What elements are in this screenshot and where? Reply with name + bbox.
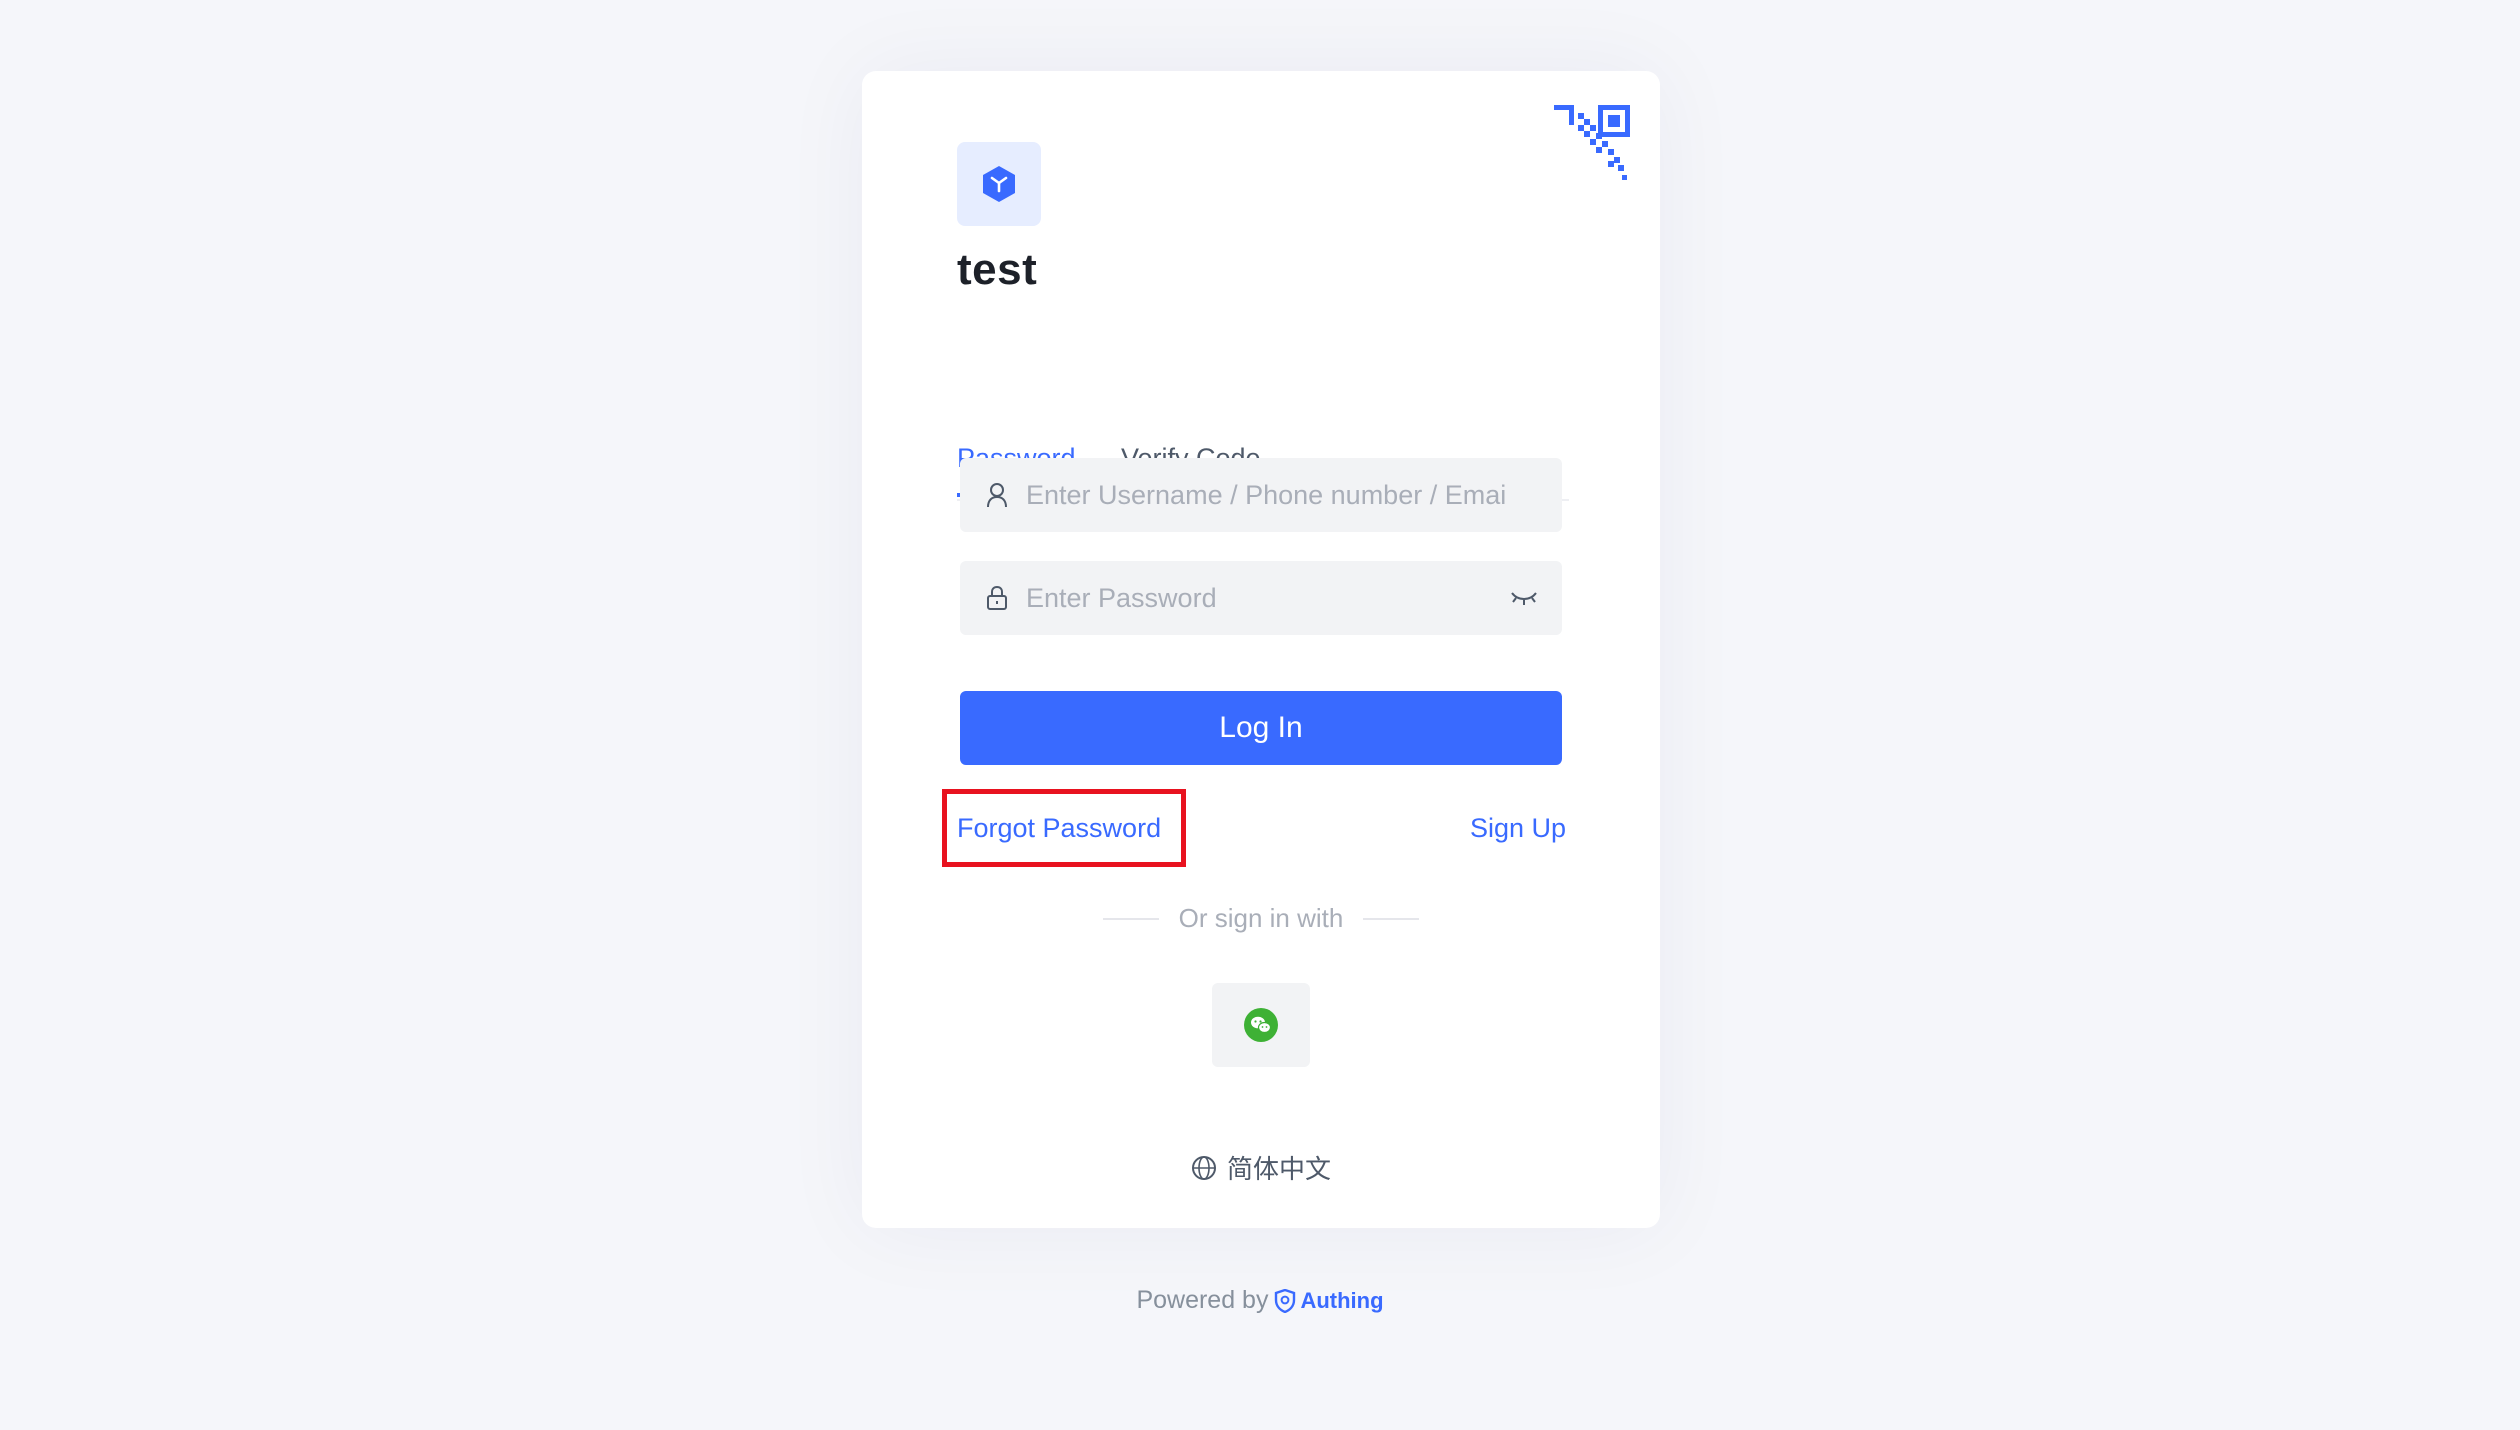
eye-closed-icon[interactable] <box>1510 587 1538 609</box>
powered-by-text: Powered by <box>1136 1286 1269 1314</box>
language-switcher[interactable]: 简体中文 <box>862 1149 1660 1186</box>
password-field[interactable] <box>960 561 1562 635</box>
sign-up-link[interactable]: Sign Up <box>1470 813 1566 844</box>
cube-logo-icon <box>983 166 1015 202</box>
username-input[interactable] <box>1024 478 1508 512</box>
login-page: test Password Verify Code <box>0 0 2520 1430</box>
user-icon <box>986 482 1010 508</box>
password-input[interactable] <box>1024 581 1508 615</box>
qr-code-icon[interactable] <box>1554 105 1630 181</box>
username-field[interactable] <box>960 458 1562 532</box>
forgot-password-link[interactable]: Forgot Password <box>957 813 1161 844</box>
social-divider: Or sign in with <box>862 903 1660 934</box>
lock-icon <box>986 585 1010 611</box>
shield-icon <box>1275 1288 1296 1313</box>
authing-brand-label: Authing <box>1300 1287 1384 1313</box>
login-button[interactable]: Log In <box>960 691 1562 765</box>
language-label: 简体中文 <box>1226 1154 1331 1184</box>
login-card: test Password Verify Code <box>862 71 1660 1228</box>
divider-line-left <box>1102 917 1159 920</box>
powered-by-footer: Powered by Authing <box>0 1286 2520 1315</box>
app-logo <box>957 142 1041 226</box>
divider-text: Or sign in with <box>1178 903 1344 933</box>
app-name: test <box>957 245 1038 294</box>
authing-brand-link[interactable]: Authing <box>1274 1287 1384 1314</box>
divider-line-right <box>1363 917 1420 920</box>
wechat-icon <box>1244 1008 1278 1042</box>
wechat-login-button[interactable] <box>1212 983 1310 1067</box>
globe-icon <box>1191 1155 1217 1181</box>
